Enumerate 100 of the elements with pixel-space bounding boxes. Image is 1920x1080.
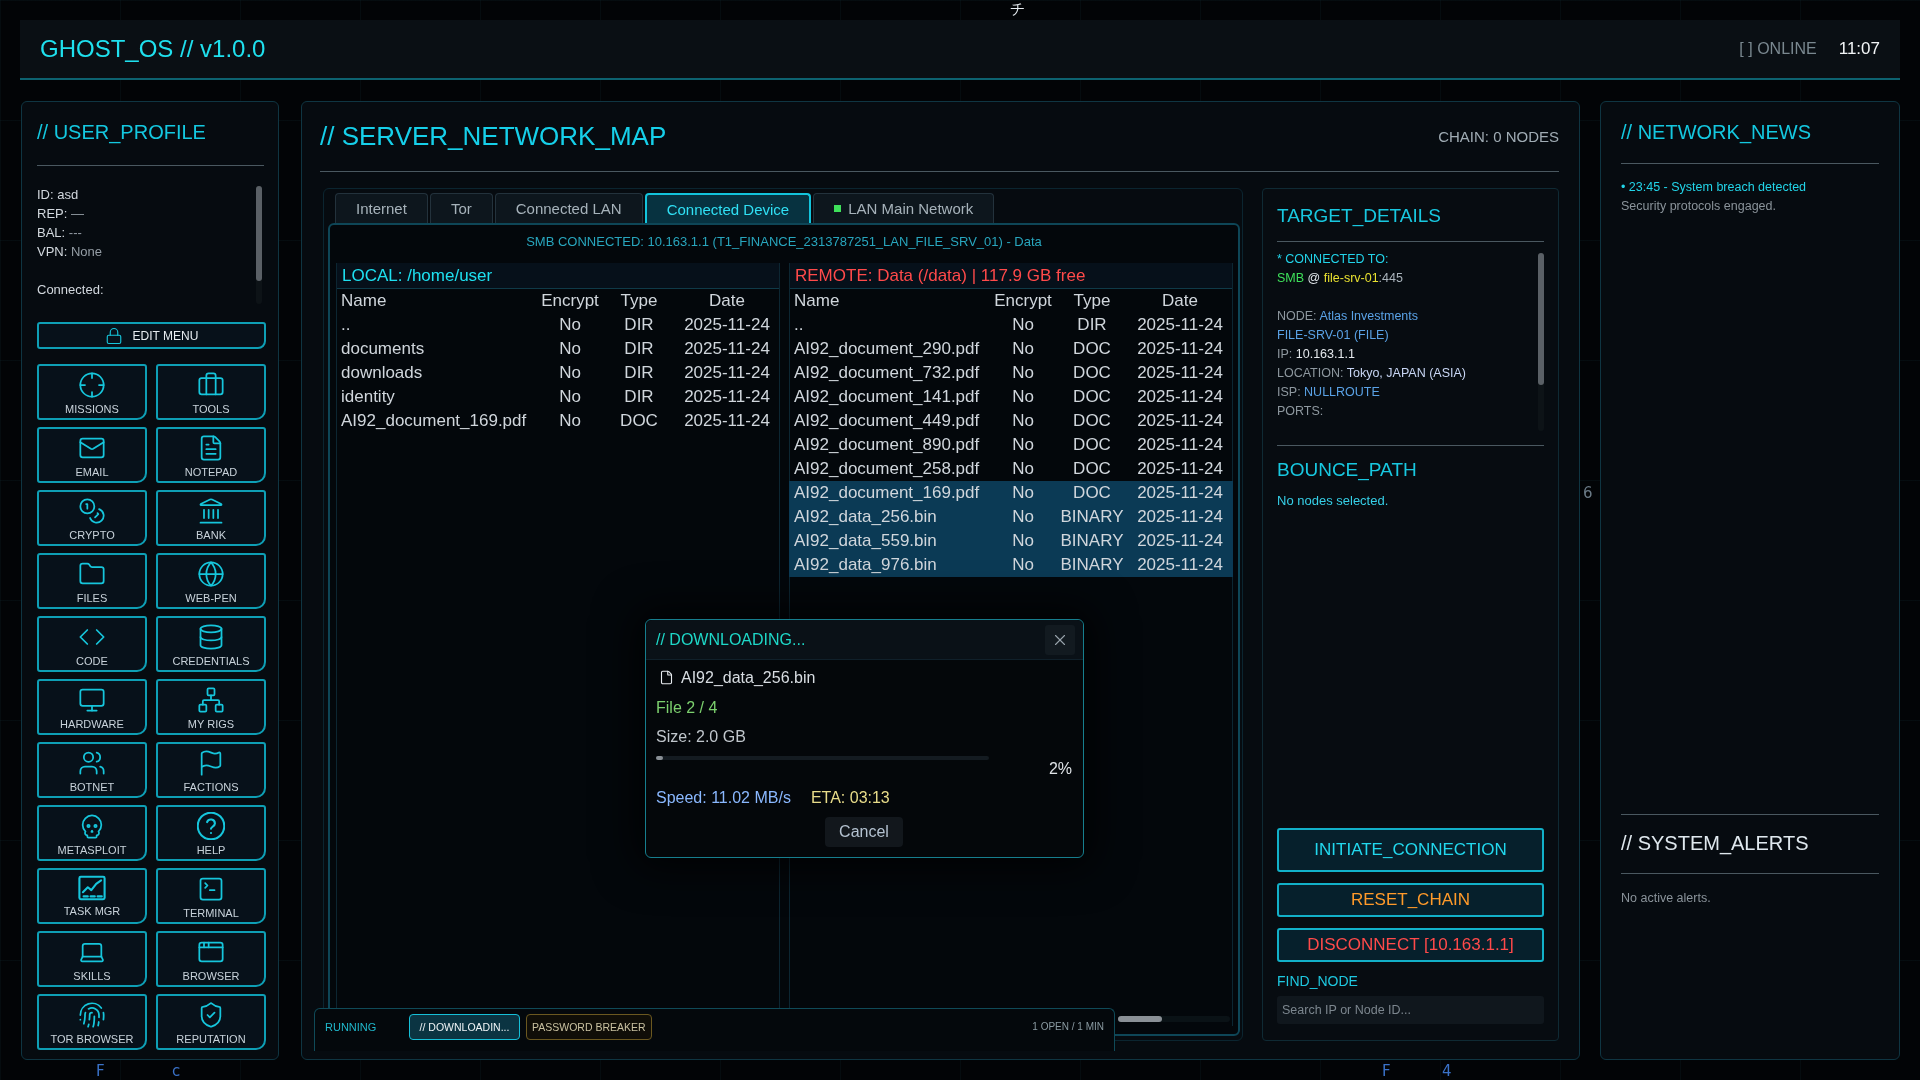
detail-field: LOCATION: Tokyo, JAPAN (ASIA) (1277, 364, 1530, 383)
app-launcher-button[interactable]: REPUTATION (156, 994, 266, 1050)
coin-icon (78, 497, 106, 525)
app-launcher-button[interactable]: CRYPTO (37, 490, 147, 546)
app-launcher-button[interactable]: BANK (156, 490, 266, 546)
app-launcher-button[interactable]: FACTIONS (156, 742, 266, 798)
detail-label: * CONNECTED TO: (1277, 251, 1390, 268)
table-cell-text: 2025-11-24 (683, 314, 771, 336)
scrollbar-thumb[interactable] (1118, 1016, 1162, 1022)
table-cell-text: No (558, 386, 582, 408)
profile-field: BAL: --- (37, 223, 244, 242)
edit-menu-button[interactable]: EDIT MENU (37, 322, 266, 349)
app-launcher-button[interactable]: HELP (156, 805, 266, 861)
table-cell-text: No (1011, 530, 1035, 552)
table-cell-text: 2025-11-24 (1136, 458, 1224, 480)
table-cell-text: No (1011, 506, 1035, 528)
file-row[interactable]: identity No DIR 2025-11-24 (336, 385, 780, 409)
file-row[interactable]: .. No DIR 2025-11-24 (336, 313, 780, 337)
panel-title: // NETWORK_NEWS (1621, 120, 1812, 144)
table-cell-text: DIR (1076, 314, 1108, 336)
app-launcher-button[interactable]: TASK MGR (37, 868, 147, 924)
column-header: Type (619, 290, 659, 312)
cancel-button[interactable]: Cancel (825, 817, 903, 847)
app-launcher-button[interactable]: FILES (37, 553, 147, 609)
file-row[interactable]: AI92_data_559.bin No BINARY 2025-11-24 (789, 529, 1233, 553)
network-tab[interactable]: Tor (429, 193, 493, 223)
file-row[interactable]: AI92_document_890.pdf No DOC 2025-11-24 (789, 433, 1233, 457)
network-tab[interactable]: Connected Device (644, 193, 812, 223)
column-header: Date (1161, 290, 1199, 312)
app-launcher-button[interactable]: NOTEPAD (156, 427, 266, 483)
app-launcher-button[interactable]: BOTNET (37, 742, 147, 798)
file-row[interactable]: downloads No DIR 2025-11-24 (336, 361, 780, 385)
profile-field: ID: asd (37, 185, 244, 204)
file-row[interactable]: AI92_document_141.pdf No DOC 2025-11-24 (789, 385, 1233, 409)
app-launcher-button[interactable]: EMAIL (37, 427, 147, 483)
table-cell-text: AI92_document_169.pdf (341, 410, 528, 432)
app-launcher-button[interactable]: SKILLS (37, 931, 147, 987)
file-row[interactable]: AI92_document_290.pdf No DOC 2025-11-24 (789, 337, 1233, 361)
matrix-glyph: F (1382, 1062, 1391, 1080)
file-size: Size: 2.0 GB (656, 727, 747, 746)
panel-title: // USER_PROFILE (37, 120, 207, 144)
app-launcher-button[interactable]: BROWSER (156, 931, 266, 987)
file-count: File 2 / 4 (656, 698, 719, 717)
file-row[interactable]: AI92_document_449.pdf No DOC 2025-11-24 (789, 409, 1233, 433)
app-launcher-button[interactable]: MY RIGS (156, 679, 266, 735)
file-row[interactable]: AI92_document_169.pdf No DOC 2025-11-24 (336, 409, 780, 433)
task-button[interactable]: // DOWNLOADIN... (409, 1014, 520, 1040)
table-cell-text: DOC (1072, 362, 1112, 384)
table-cell-text: No (1011, 410, 1035, 432)
empty-message: No active alerts. (1621, 890, 1712, 907)
app-launcher-button[interactable]: CODE (37, 616, 147, 672)
network-tab[interactable]: Internet (335, 193, 428, 223)
news-headline: • 23:45 - System breach detected (1621, 179, 1808, 196)
app-launcher-button[interactable]: MISSIONS (37, 364, 147, 420)
globe-icon (197, 560, 225, 588)
database-icon (197, 623, 225, 651)
table-cell-text: DOC (1072, 482, 1112, 504)
app-launcher-button[interactable]: METASPLOIT (37, 805, 147, 861)
empty-message: No nodes selected. (1277, 492, 1390, 510)
table-cell-text: No (1011, 554, 1035, 576)
file-row[interactable]: AI92_document_258.pdf No DOC 2025-11-24 (789, 457, 1233, 481)
network-tab[interactable]: Connected LAN (494, 193, 643, 223)
table-cell-text: No (558, 410, 582, 432)
file-row[interactable]: AI92_data_256.bin No BINARY 2025-11-24 (789, 505, 1233, 529)
section-title: BOUNCE_PATH (1277, 458, 1418, 482)
table-cell-text: BINARY (1059, 506, 1125, 528)
pane-path: REMOTE: Data (/data) | 117.9 GB free (790, 263, 1232, 289)
file-row[interactable]: documents No DIR 2025-11-24 (336, 337, 780, 361)
scrollbar-thumb[interactable] (1538, 253, 1544, 385)
transfer-speed: Speed: 11.02 MB/s (656, 788, 791, 807)
field-label: FIND_NODE (1277, 972, 1359, 990)
scrollbar-thumb[interactable] (256, 186, 262, 281)
action-button[interactable]: INITIATE_CONNECTION (1277, 828, 1544, 872)
table-cell-text: AI92_document_169.pdf (794, 482, 981, 504)
file-row[interactable]: AI92_document_732.pdf No DOC 2025-11-24 (789, 361, 1233, 385)
app-launcher-button[interactable]: TOR BROWSER (37, 994, 147, 1050)
app-launcher-button[interactable]: TERMINAL (156, 868, 266, 924)
pane-path: LOCAL: /home/user (337, 263, 779, 289)
app-launcher-button[interactable]: WEB-PEN (156, 553, 266, 609)
table-cell-text: 2025-11-24 (1136, 362, 1224, 384)
table-cell-text: 2025-11-24 (1136, 338, 1224, 360)
table-cell-text: DOC (1072, 386, 1112, 408)
table-cell-text: DOC (1072, 458, 1112, 480)
network-tab[interactable]: LAN Main Network (813, 193, 995, 223)
app-launcher-button[interactable]: TOOLS (156, 364, 266, 420)
table-cell-text: No (558, 362, 582, 384)
file-row[interactable]: AI92_data_976.bin No BINARY 2025-11-24 (789, 553, 1233, 577)
action-button[interactable]: RESET_CHAIN (1277, 883, 1544, 917)
close-button[interactable] (1045, 624, 1075, 655)
monitor-icon (78, 686, 106, 714)
table-cell-text: AI92_document_732.pdf (794, 362, 981, 384)
app-launcher-button[interactable]: HARDWARE (37, 679, 147, 735)
app-launcher-button[interactable]: CREDENTIALS (156, 616, 266, 672)
table-cell-text: .. (341, 314, 352, 336)
task-button[interactable]: PASSWORD BREAKER (526, 1014, 652, 1040)
action-button[interactable]: DISCONNECT [10.163.1.1] (1277, 928, 1544, 962)
search-field[interactable]: Search IP or Node ID... (1277, 996, 1544, 1024)
users-icon (78, 749, 106, 777)
file-row[interactable]: AI92_document_169.pdf No DOC 2025-11-24 (789, 481, 1233, 505)
file-row[interactable]: .. No DIR 2025-11-24 (789, 313, 1233, 337)
